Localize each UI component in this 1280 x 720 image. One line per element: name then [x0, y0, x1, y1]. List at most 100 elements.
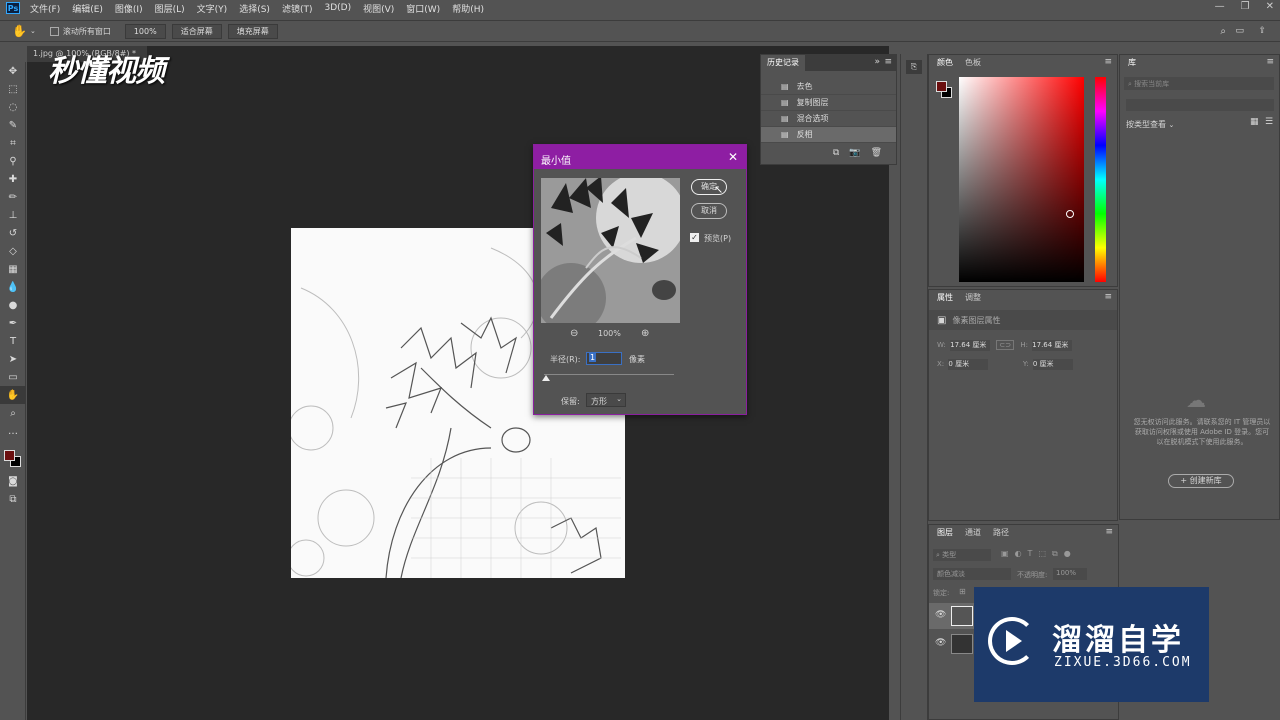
workspace-icon[interactable]: ▭ — [1235, 26, 1244, 36]
more-tools-icon[interactable]: … — [0, 422, 26, 440]
tab-history[interactable]: 历史记录 — [761, 55, 805, 71]
gradient-tool-icon[interactable]: ▦ — [0, 260, 26, 278]
history-brush-tool-icon[interactable]: ↺ — [0, 224, 26, 242]
zoom-tool-icon[interactable]: ⌕ — [0, 404, 26, 422]
preserve-select[interactable]: 方形 ⌄ — [586, 393, 626, 407]
menu-layer[interactable]: 图层(L) — [149, 2, 191, 15]
link-icon[interactable]: ⊂⊃ — [996, 340, 1015, 350]
foreground-color-swatch[interactable] — [4, 450, 15, 461]
panel-menu-icon[interactable]: ≡ — [1104, 292, 1112, 302]
zoom-in-icon[interactable]: ⊕ — [641, 328, 649, 339]
quick-mask-icon[interactable]: ◙ — [0, 472, 26, 490]
panel-menu-icon[interactable]: ≡ — [884, 57, 892, 67]
minimize-icon[interactable]: — — [1215, 1, 1225, 12]
tab-adjustments[interactable]: 调整 — [959, 292, 987, 303]
color-field[interactable] — [959, 77, 1084, 282]
fit-screen-button[interactable]: 适合屏幕 — [171, 23, 222, 39]
tab-color[interactable]: 颜色 — [931, 57, 959, 68]
grid-view-icon[interactable]: ▦ — [1250, 117, 1259, 127]
close-window-icon[interactable]: ✕ — [1266, 1, 1274, 12]
filter-adjustment-icon[interactable]: ◐ — [1015, 549, 1022, 559]
menu-view[interactable]: 视图(V) — [357, 2, 400, 15]
collapse-icon[interactable]: » — [874, 57, 880, 67]
dodge-tool-icon[interactable]: ● — [0, 296, 26, 314]
preview-checkbox[interactable]: ✓ — [690, 233, 699, 242]
lasso-tool-icon[interactable]: ◌ — [0, 98, 26, 116]
new-document-from-state-icon[interactable]: ⧉ — [833, 148, 839, 158]
tab-properties[interactable]: 属性 — [931, 292, 959, 303]
create-new-library-button[interactable]: + 创建新库 — [1168, 474, 1234, 488]
x-field[interactable]: 0 厘米 — [948, 359, 989, 370]
share-icon[interactable]: ⇪ — [1258, 26, 1266, 36]
dock-history-icon[interactable]: ⎘ — [906, 60, 922, 74]
menu-window[interactable]: 窗口(W) — [400, 2, 446, 15]
radius-slider-handle[interactable] — [542, 375, 550, 381]
hand-tool-icon[interactable]: ✋ — [0, 386, 26, 404]
filter-preview[interactable] — [541, 178, 680, 323]
quick-select-tool-icon[interactable]: ✎ — [0, 116, 26, 134]
brush-tool-icon[interactable]: ✏ — [0, 188, 26, 206]
view-by-type[interactable]: 按类型查看 ⌄ — [1126, 119, 1174, 130]
radius-input[interactable]: 1 — [586, 352, 622, 365]
fill-screen-button[interactable]: 填充屏幕 — [227, 23, 278, 39]
zoom-out-icon[interactable]: ⊖ — [570, 328, 578, 339]
zoom-100-button[interactable]: 100% — [124, 23, 166, 39]
crop-tool-icon[interactable]: ⌗ — [0, 134, 26, 152]
y-field[interactable]: 0 厘米 — [1032, 359, 1073, 370]
library-select[interactable] — [1126, 99, 1274, 111]
panel-menu-icon[interactable]: ≡ — [1104, 57, 1112, 67]
layer-filter-select[interactable]: ⌕ 类型 — [933, 549, 991, 561]
menu-image[interactable]: 图像(I) — [109, 2, 149, 15]
fg-color-mini-swatch[interactable] — [936, 81, 947, 92]
width-field[interactable]: 17.64 厘米 — [950, 340, 991, 351]
radius-slider-track[interactable] — [544, 374, 674, 375]
healing-tool-icon[interactable]: ✚ — [0, 170, 26, 188]
filter-type-icon[interactable]: T — [1028, 549, 1033, 559]
chevron-down-icon[interactable]: ⌄ — [30, 27, 36, 35]
shape-tool-icon[interactable]: ▭ — [0, 368, 26, 386]
history-item-blending-options[interactable]: ▤ 混合选项 — [761, 111, 896, 127]
menu-help[interactable]: 帮助(H) — [446, 2, 490, 15]
blend-mode-select[interactable]: 颜色减淡 — [933, 568, 1011, 580]
lock-transparency-icon[interactable]: ⊞ — [959, 587, 966, 596]
blur-tool-icon[interactable]: 💧 — [0, 278, 26, 296]
menu-file[interactable]: 文件(F) — [24, 2, 66, 15]
menu-filter[interactable]: 滤镜(T) — [276, 2, 319, 15]
marquee-tool-icon[interactable]: ⬚ — [0, 80, 26, 98]
list-view-icon[interactable]: ☰ — [1265, 117, 1273, 127]
panel-menu-icon[interactable]: ≡ — [1105, 527, 1113, 537]
eraser-tool-icon[interactable]: ◇ — [0, 242, 26, 260]
color-swatches[interactable] — [0, 444, 25, 472]
snapshot-icon[interactable]: 📷 — [849, 148, 860, 158]
menu-3d[interactable]: 3D(D) — [318, 3, 357, 13]
filter-smart-icon[interactable]: ⧉ — [1052, 549, 1058, 559]
history-item-duplicate-layer[interactable]: ▤ 复制图层 — [761, 95, 896, 111]
tab-channels[interactable]: 通道 — [959, 527, 987, 538]
color-picker-handle[interactable] — [1066, 210, 1074, 218]
type-tool-icon[interactable]: T — [0, 332, 26, 350]
filter-shape-icon[interactable]: ⬚ — [1038, 549, 1046, 559]
filter-toggle-icon[interactable]: ● — [1064, 549, 1071, 559]
height-field[interactable]: 17.64 厘米 — [1032, 340, 1073, 351]
hue-slider[interactable] — [1095, 77, 1106, 282]
library-search[interactable]: ⌕ 搜索当前库 — [1124, 77, 1274, 90]
path-select-tool-icon[interactable]: ➤ — [0, 350, 26, 368]
opacity-field[interactable]: 100% — [1053, 568, 1087, 580]
history-item-desaturate[interactable]: ▤ 去色 — [761, 79, 896, 95]
eyedropper-tool-icon[interactable]: ⚲ — [0, 152, 26, 170]
eye-icon[interactable]: 👁 — [935, 610, 946, 620]
search-icon[interactable]: ⌕ — [1220, 26, 1226, 37]
trash-icon[interactable]: 🗑 — [871, 148, 882, 158]
tab-layers[interactable]: 图层 — [931, 527, 959, 538]
close-icon[interactable]: ✕ — [728, 150, 738, 164]
screen-mode-icon[interactable]: ⧉ — [0, 490, 26, 508]
scroll-all-checkbox[interactable] — [49, 26, 59, 36]
restore-icon[interactable]: ❐ — [1241, 1, 1250, 12]
menu-edit[interactable]: 编辑(E) — [66, 2, 109, 15]
menu-type[interactable]: 文字(Y) — [191, 2, 234, 15]
history-item-invert[interactable]: ▤ 反相 — [761, 127, 896, 143]
tab-swatches[interactable]: 色板 — [959, 57, 987, 68]
cancel-button[interactable]: 取消 — [691, 203, 727, 219]
tab-paths[interactable]: 路径 — [987, 527, 1015, 538]
hand-tool-icon[interactable]: ✋ — [12, 24, 27, 38]
